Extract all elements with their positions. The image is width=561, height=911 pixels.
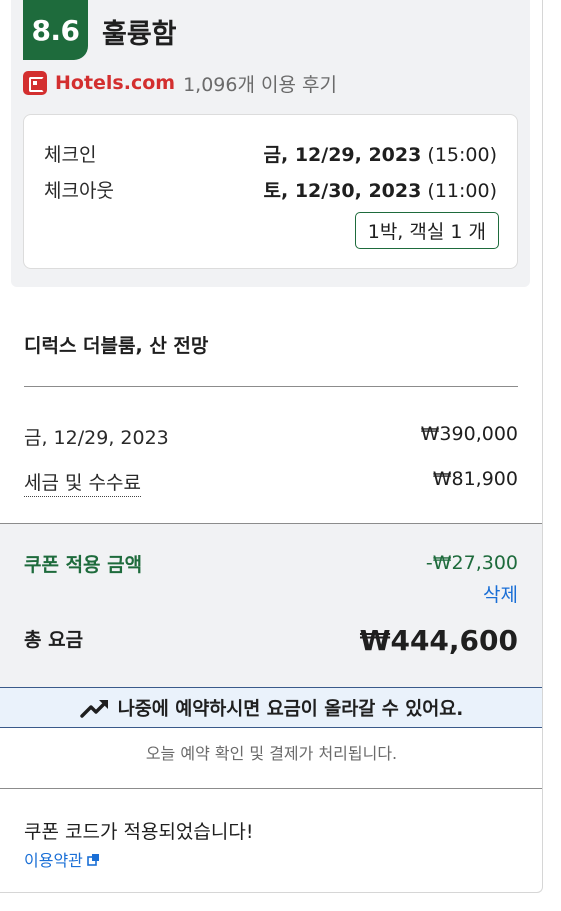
- charge-row-nightly: 금, 12/29, 2023 ₩390,000: [24, 423, 518, 450]
- checkin-row: 체크인 금, 12/29, 2023 (15:00): [44, 140, 497, 166]
- charge-amount: ₩390,000: [420, 423, 518, 445]
- external-link-icon: [87, 853, 99, 866]
- charge-amount: ₩81,900: [432, 468, 518, 490]
- stay-dates-box: 체크인 금, 12/29, 2023 (15:00) 체크아웃 토, 12/30…: [23, 114, 518, 269]
- checkin-time: (15:00): [427, 143, 497, 166]
- checkout-value: 토, 12/30, 2023 (11:00): [264, 176, 498, 203]
- coupon-applied-message: 쿠폰 코드가 적용되었습니다!: [24, 821, 254, 843]
- checkout-time: (11:00): [427, 179, 497, 202]
- total-amount: ₩444,600: [359, 624, 518, 657]
- checkout-label: 체크아웃: [44, 179, 114, 202]
- coupon-amount: -₩27,300: [425, 552, 518, 574]
- remove-coupon-link[interactable]: 삭제: [483, 580, 518, 607]
- checkin-date: 금, 12/29, 2023: [263, 143, 422, 166]
- room-name: 디럭스 더블룸, 산 전망: [24, 335, 209, 357]
- divider: [24, 386, 518, 387]
- total-summary-section: 쿠폰 적용 금액 -₩27,300 삭제 총 요금 ₩444,600: [0, 523, 542, 687]
- payment-note: 오늘 예약 확인 및 결제가 처리됩니다.: [145, 744, 398, 763]
- hotels-logo-icon: [23, 71, 47, 95]
- terms-link-label[interactable]: 이용약관: [24, 847, 83, 871]
- terms-link[interactable]: 이용약관: [24, 847, 100, 871]
- review-count: 1,096개 이용 후기: [183, 73, 337, 96]
- taxes-fees-tooltip-trigger[interactable]: 세금 및 수수료: [24, 468, 141, 497]
- rating-score-badge: 8.6: [23, 0, 88, 60]
- total-label: 총 요금: [24, 629, 84, 651]
- price-summary-card: 8.6 훌륭함 Hotels.com 1,096개 이용 후기 체크인 금, 1…: [0, 0, 543, 893]
- checkin-label: 체크인: [44, 143, 97, 166]
- checkin-value: 금, 12/29, 2023 (15:00): [264, 140, 498, 167]
- charge-label: 금, 12/29, 2023: [24, 427, 169, 449]
- divider: [0, 788, 542, 789]
- coupon-label: 쿠폰 적용 금액: [24, 554, 143, 576]
- warning-text: 나중에 예약하시면 요금이 올라갈 수 있어요.: [117, 698, 464, 720]
- rating-label: 훌륭함: [102, 19, 177, 50]
- checkout-row: 체크아웃 토, 12/30, 2023 (11:00): [44, 176, 497, 202]
- review-source-brand: Hotels.com: [55, 72, 176, 94]
- trending-up-icon: [80, 699, 108, 718]
- property-rating-panel: 8.6 훌륭함 Hotels.com 1,096개 이용 후기 체크인 금, 1…: [11, 0, 530, 287]
- price-increase-warning: 나중에 예약하시면 요금이 올라갈 수 있어요.: [0, 687, 542, 728]
- charge-row-taxes: 세금 및 수수료 ₩81,900: [24, 468, 518, 497]
- stay-summary-badge: 1박, 객실 1 개: [354, 212, 499, 249]
- checkout-date: 토, 12/30, 2023: [263, 179, 422, 202]
- review-source: Hotels.com 1,096개 이용 후기: [23, 71, 337, 96]
